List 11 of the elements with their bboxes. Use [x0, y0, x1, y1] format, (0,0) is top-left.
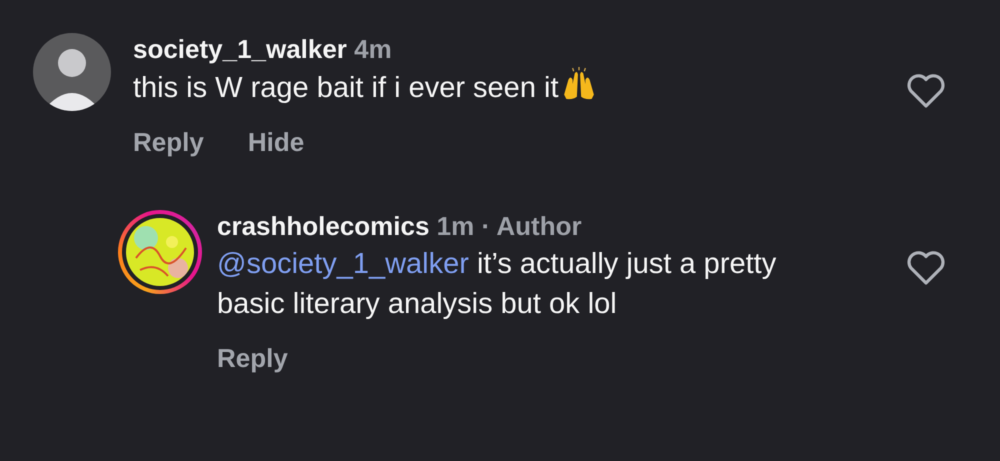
- username[interactable]: crashholecomics: [217, 211, 430, 241]
- author-label: · Author: [481, 211, 582, 241]
- comment-text: this is W rage bait if i ever seen it: [133, 67, 884, 108]
- action-link[interactable]: Reply: [133, 126, 204, 158]
- username[interactable]: society_1_walker: [133, 34, 347, 64]
- comment-text: @society_1_walker it’s actually just a pretty basic literary analysis but ok lol: [217, 247, 778, 322]
- timestamp: 1m: [436, 211, 474, 241]
- mention-link[interactable]: @society_1_walker: [217, 248, 469, 280]
- timestamp: 4m: [354, 34, 392, 64]
- action-link[interactable]: Reply: [217, 342, 288, 374]
- action-link[interactable]: Hide: [248, 126, 304, 158]
